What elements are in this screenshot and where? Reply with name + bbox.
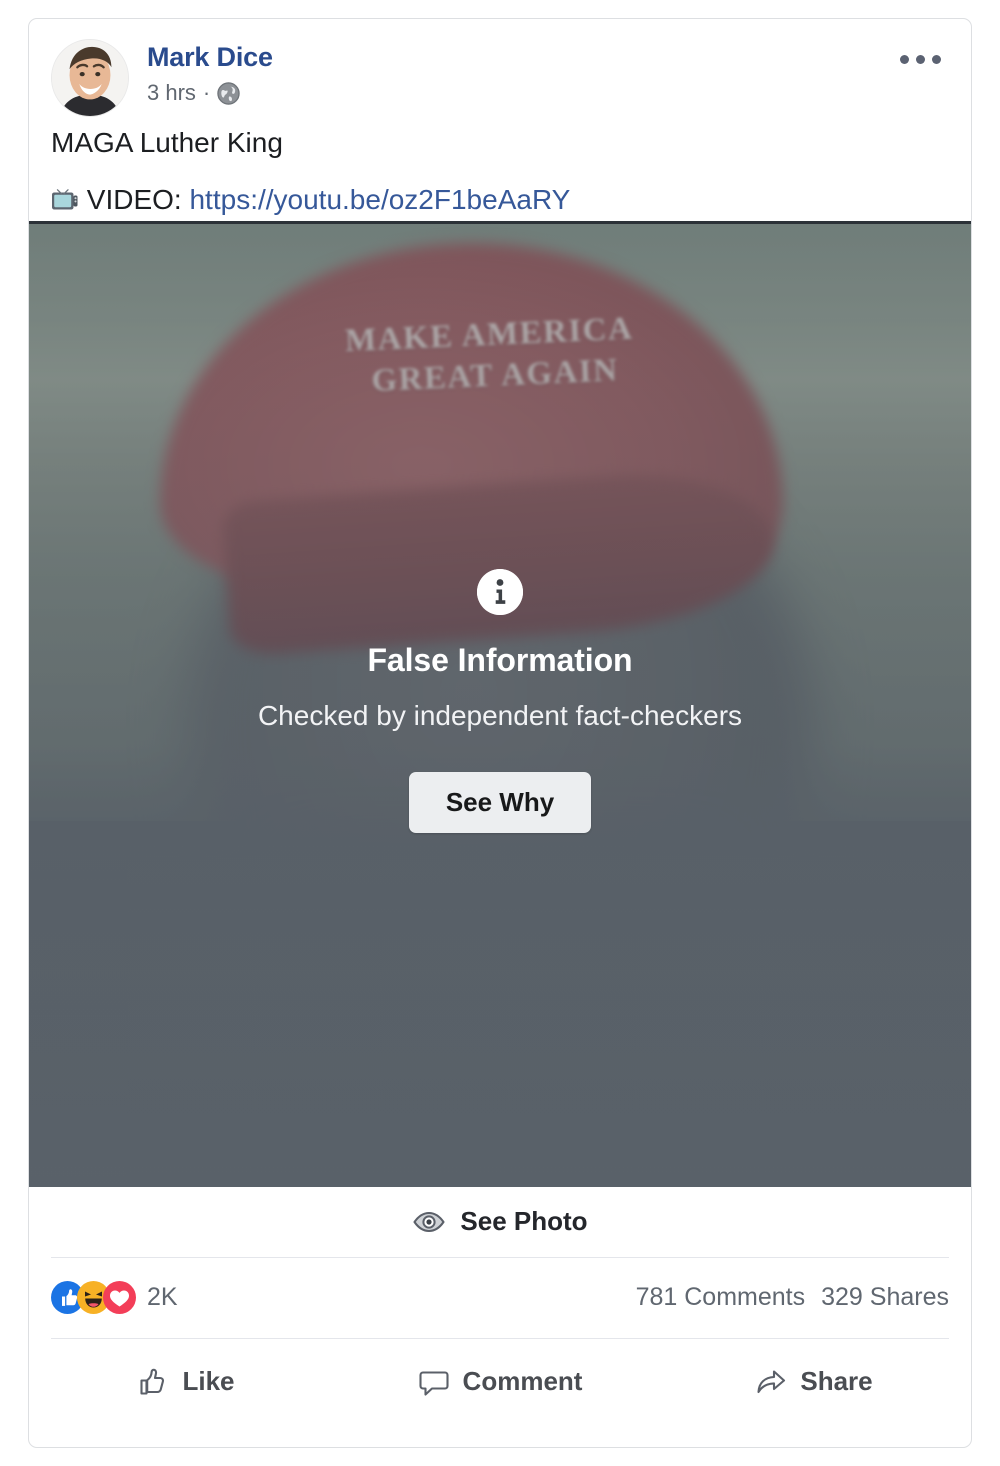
screenshot-root: Mark Dice 3 hrs · MAGA Luther King VIDEO… xyxy=(0,0,1000,1466)
reactions-summary[interactable]: 2K xyxy=(51,1281,178,1315)
post-text-line-1: MAGA Luther King xyxy=(51,127,283,158)
info-icon xyxy=(477,568,523,615)
comment-bubble-icon xyxy=(418,1366,450,1398)
share-arrow-icon xyxy=(755,1366,787,1398)
comment-button-label: Comment xyxy=(462,1366,583,1397)
reaction-count: 2K xyxy=(147,1283,178,1312)
television-emoji xyxy=(51,184,87,215)
share-button-label: Share xyxy=(800,1366,873,1397)
meta-separator: · xyxy=(202,80,211,106)
post-meta: 3 hrs · xyxy=(147,82,273,105)
avatar[interactable] xyxy=(51,39,129,117)
post-header: Mark Dice 3 hrs · xyxy=(29,19,971,123)
engagement-counts-row: 2K 781 Comments 329 Shares xyxy=(29,1258,971,1338)
like-button-label: Like xyxy=(182,1366,235,1397)
video-label: VIDEO: xyxy=(86,183,190,215)
reaction-icons xyxy=(51,1281,136,1315)
dot-1 xyxy=(899,54,909,64)
more-options-icon[interactable] xyxy=(891,45,949,73)
post-text-line-2: VIDEO: https://youtu.be/oz2F1beAaRY xyxy=(51,180,949,221)
globe-icon[interactable] xyxy=(217,81,240,105)
post-message: MAGA Luther King VIDEO: https://youtu.be… xyxy=(29,123,971,221)
post-media[interactable]: MAKE AMERICA GREAT AGAIN False Informati… xyxy=(29,220,971,1187)
author-name[interactable]: Mark Dice xyxy=(147,42,273,73)
see-photo-bar[interactable]: See Photo xyxy=(29,1186,971,1257)
love-reaction-icon xyxy=(103,1281,136,1315)
share-button[interactable]: Share xyxy=(657,1339,971,1425)
post-timestamp[interactable]: 3 hrs xyxy=(147,82,196,104)
thumbs-up-icon xyxy=(137,1366,169,1398)
see-why-button[interactable]: See Why xyxy=(408,771,592,833)
shares-count[interactable]: 329 Shares xyxy=(821,1283,949,1312)
counts-right-group: 781 Comments 329 Shares xyxy=(636,1283,949,1312)
fact-check-title: False Information xyxy=(367,641,633,678)
dot-2 xyxy=(915,54,925,64)
facebook-post-card: Mark Dice 3 hrs · MAGA Luther King VIDEO… xyxy=(28,18,972,1448)
post-byline: Mark Dice 3 hrs · xyxy=(147,42,273,105)
video-link[interactable]: https://youtu.be/oz2F1beAaRY xyxy=(189,184,570,215)
dot-3 xyxy=(931,54,941,64)
comments-count[interactable]: 781 Comments xyxy=(636,1283,806,1312)
post-actions-row: Like Comment Share xyxy=(29,1339,971,1425)
text-spacer xyxy=(51,164,949,180)
fact-check-overlay: False Information Checked by independent… xyxy=(29,224,971,1187)
fact-check-subtitle: Checked by independent fact-checkers xyxy=(257,699,743,731)
see-photo-label: See Photo xyxy=(460,1206,588,1237)
like-button[interactable]: Like xyxy=(29,1339,343,1425)
eye-icon xyxy=(412,1205,446,1239)
comment-button[interactable]: Comment xyxy=(343,1339,657,1425)
